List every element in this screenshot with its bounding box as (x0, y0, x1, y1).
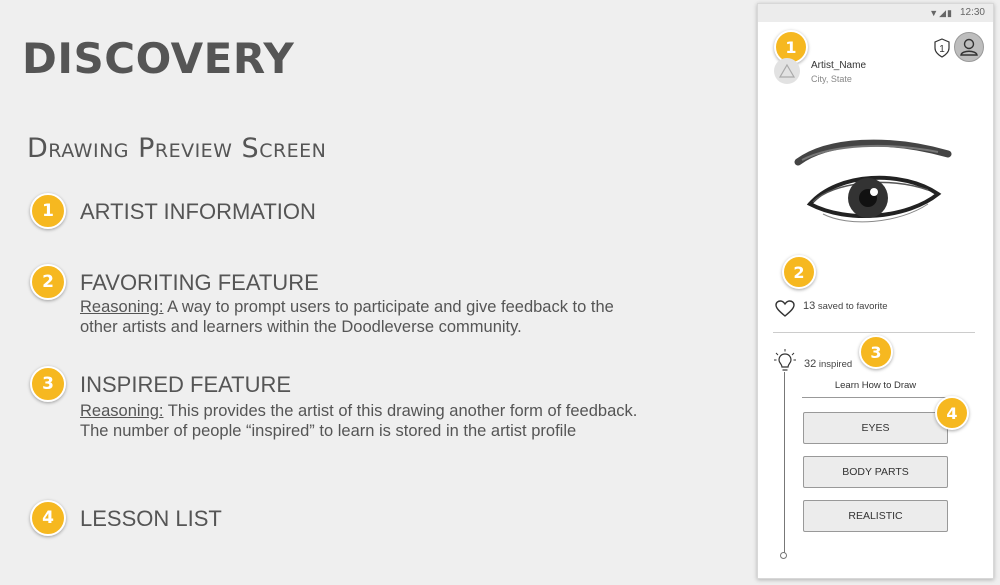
reasoning-label: Reasoning: (80, 402, 164, 420)
lesson-button-body-parts[interactable]: BODY PARTS (803, 456, 948, 488)
reasoning-label: Reasoning: (80, 298, 164, 316)
lightbulb-inspired-icon[interactable] (774, 349, 796, 373)
feature-title-favoriting: FAVORITING FEATURE (80, 270, 319, 295)
inspired-count: 32 (804, 358, 817, 370)
artist-name[interactable]: Artist_Name (811, 60, 866, 71)
reasoning-text: This provides the artist of this drawing… (80, 402, 638, 440)
callout-badge-2: 2 (30, 264, 66, 300)
heart-favorite-icon[interactable] (775, 300, 795, 318)
lesson-button-eyes[interactable]: EYES (803, 412, 948, 444)
callout-badge-1: 1 (30, 193, 66, 229)
lesson-button-realistic[interactable]: REALISTIC (803, 500, 948, 532)
page-title: DISCOVERY (22, 34, 295, 83)
divider (773, 332, 975, 333)
feature-title-inspired: INSPIRED FEATURE (80, 372, 292, 397)
feature-reasoning-favoriting: Reasoning: A way to prompt users to part… (80, 297, 640, 337)
saved-count: 13 (803, 300, 816, 312)
status-bar: ▼◢▮ 12:30 (758, 4, 993, 22)
user-icon (960, 38, 978, 56)
saved-count-text: 13 saved to favorite (803, 300, 888, 312)
artist-avatar[interactable] (774, 58, 800, 84)
timeline-end-dot (780, 552, 787, 559)
callout-badge-4: 4 (935, 396, 969, 430)
shield-count: 1 (939, 44, 945, 55)
feature-title-artist-information: ARTIST INFORMATION (80, 199, 316, 224)
feature-title-lesson-list: LESSON LIST (80, 506, 222, 531)
profile-button[interactable] (954, 32, 984, 62)
callout-badge-4: 4 (30, 500, 66, 536)
callout-badge-3: 3 (859, 335, 893, 369)
shield-badge-icon[interactable]: 1 (933, 38, 951, 58)
learn-how-to-draw-heading: Learn How to Draw (802, 380, 949, 398)
timeline-line (784, 372, 785, 554)
drawing-preview-eye-image[interactable] (788, 132, 958, 242)
inspired-label: inspired (816, 359, 853, 370)
saved-label: saved to favorite (815, 301, 888, 312)
section-subtitle: Drawing Preview Screen (27, 133, 327, 164)
inspired-count-text: 32 inspired (804, 358, 852, 370)
artist-location: City, State (811, 74, 852, 84)
image-placeholder-icon (778, 63, 796, 78)
callout-badge-2: 2 (782, 255, 816, 289)
status-time: 12:30 (959, 7, 985, 18)
signal-wifi-battery-icons: ▼◢▮ (929, 8, 953, 18)
callout-badge-3: 3 (30, 366, 66, 402)
phone-mockup: ▼◢▮ 12:30 1 Artist_Name City, State 1 2 … (757, 3, 994, 579)
feature-reasoning-inspired: Reasoning: This provides the artist of t… (80, 401, 640, 441)
